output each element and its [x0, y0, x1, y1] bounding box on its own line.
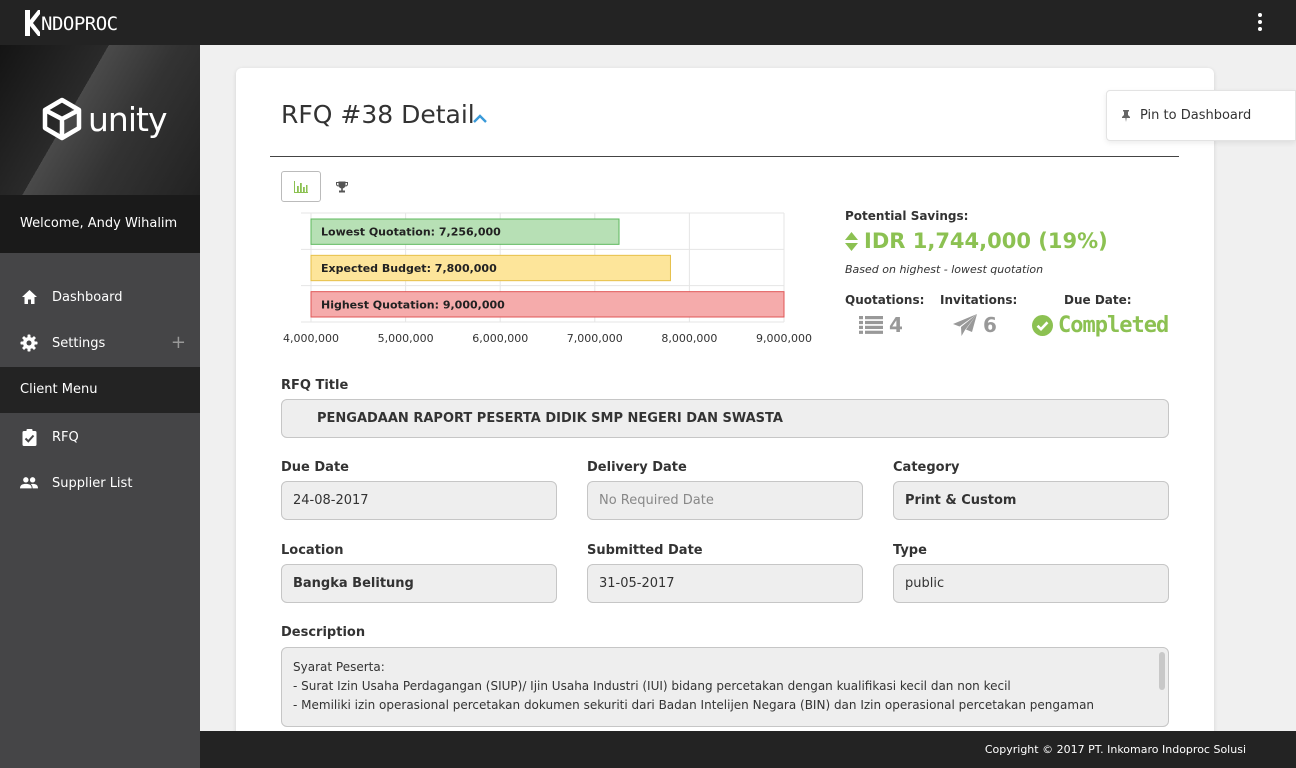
check-circle-icon — [1032, 315, 1053, 336]
delivery-date-label: Delivery Date — [587, 460, 687, 475]
type-field[interactable]: public — [893, 564, 1169, 603]
bar-data-label: Highest Quotation: 9,000,000 — [321, 298, 505, 311]
clipboard-check-icon — [20, 428, 38, 446]
bar-data-label: Expected Budget: 7,800,000 — [321, 262, 497, 275]
due-date-field-label: Due Date — [281, 460, 349, 475]
sidebar-item-label: RFQ — [52, 429, 79, 445]
delivery-date-field[interactable]: No Required Date — [587, 481, 863, 520]
rfq-stats-panel: Potential Savings: IDR 1,744,000 (19%) B… — [845, 205, 1185, 345]
quotations-value: 4 — [889, 313, 903, 337]
more-options-icon[interactable] — [1250, 10, 1270, 34]
copyright-text: Copyright © 2017 PT. Inkomaro Indoproc S… — [984, 743, 1246, 756]
due-date-label: Due Date: — [1064, 293, 1132, 307]
savings-label: Potential Savings: — [845, 209, 969, 223]
category-field[interactable]: Print & Custom — [893, 481, 1169, 520]
users-icon — [20, 474, 38, 492]
rfq-title-field[interactable]: PENGADAAN RAPORT PESERTA DIDIK SMP NEGER… — [281, 399, 1169, 438]
description-label: Description — [281, 625, 366, 640]
location-field[interactable]: Bangka Belitung — [281, 564, 557, 603]
x-tick-label: 4,000,000 — [283, 332, 339, 345]
submitted-date-label: Submitted Date — [587, 543, 703, 558]
due-date-value: Completed — [1058, 313, 1169, 338]
chart-svg: 4,000,000 5,000,000 6,000,000 7,000,000 8,00… — [283, 212, 812, 345]
savings-amount: IDR 1,744,000 (19%) — [864, 229, 1108, 253]
bar-data-label: Lowest Quotation: 7,256,000 — [321, 226, 501, 239]
x-tick-label: 6,000,000 — [472, 332, 528, 345]
x-tick-label: 9,000,000 — [756, 332, 812, 345]
description-textarea[interactable]: Syarat Peserta: - Surat Izin Usaha Perda… — [281, 647, 1169, 727]
category-label: Category — [893, 460, 960, 475]
client-menu-header: Client Menu — [0, 367, 200, 413]
invitations-count: 6 — [953, 313, 997, 337]
quotation-bar-chart: 4,000,000 5,000,000 6,000,000 7,000,000 8,00… — [0, 0, 820, 360]
savings-value: IDR 1,744,000 (19%) — [845, 229, 1108, 253]
description-line: Syarat Peserta: — [293, 660, 385, 674]
sort-arrows-icon — [845, 231, 858, 251]
list-icon — [859, 316, 883, 334]
due-date-status: Completed — [1032, 313, 1169, 338]
invitations-label: Invitations: — [940, 293, 1018, 307]
submitted-date-field[interactable]: 31-05-2017 — [587, 564, 863, 603]
description-line: - Memiliki izin operasional percetakan d… — [293, 698, 1095, 712]
location-label: Location — [281, 543, 344, 558]
sidebar-item-rfq[interactable]: RFQ — [0, 414, 200, 460]
type-label: Type — [893, 543, 927, 558]
description-line: - Surat Izin Usaha Perdagangan (SIUP)/ I… — [293, 679, 1011, 693]
pin-icon — [1121, 109, 1131, 122]
footer: Copyright © 2017 PT. Inkomaro Indoproc S… — [200, 731, 1296, 768]
x-tick-label: 5,000,000 — [378, 332, 434, 345]
rfq-title-label: RFQ Title — [281, 378, 349, 393]
due-date-field[interactable]: 24-08-2017 — [281, 481, 557, 520]
x-tick-label: 7,000,000 — [567, 332, 623, 345]
x-tick-label: 8,000,000 — [661, 332, 717, 345]
savings-note: Based on highest - lowest quotation — [845, 263, 1044, 276]
quotations-count: 4 — [859, 313, 903, 337]
pin-label: Pin to Dashboard — [1140, 108, 1252, 123]
quotations-label: Quotations: — [845, 293, 925, 307]
description-scrollbar[interactable] — [1159, 652, 1165, 690]
invitations-value: 6 — [983, 313, 997, 337]
pin-to-dashboard-button[interactable]: Pin to Dashboard — [1106, 90, 1296, 141]
sidebar-item-label: Supplier List — [52, 475, 133, 491]
paper-plane-icon — [953, 314, 977, 336]
sidebar-item-supplier-list[interactable]: Supplier List — [0, 460, 200, 506]
